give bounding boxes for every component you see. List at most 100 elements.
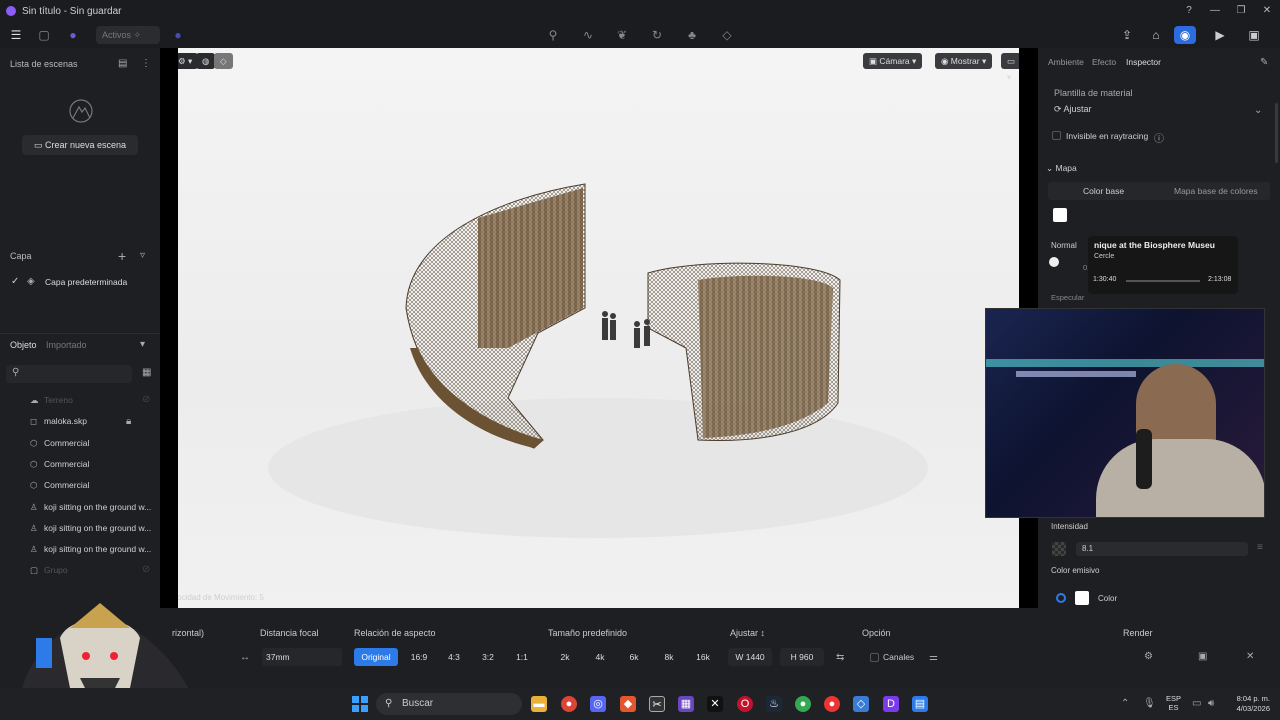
view-mode-dropdown[interactable]: ▭ ▾ (1001, 53, 1019, 82)
sphere-icon[interactable]: ● (65, 27, 81, 43)
preset-size-option[interactable]: 6k (621, 648, 647, 666)
snap-icon[interactable]: ◇ (214, 53, 233, 69)
leaf-icon[interactable]: ❦ (614, 27, 630, 43)
normal-toggle[interactable] (1049, 257, 1059, 267)
object-list-item[interactable]: ◻ maloka.skp (30, 416, 87, 427)
hidden-eye-icon[interactable]: ⊘ (142, 394, 150, 405)
swap-icon[interactable]: ⇆ (836, 652, 844, 663)
export-icon[interactable]: ⇪ (1116, 26, 1138, 44)
windows-start-icon[interactable] (352, 696, 368, 712)
object-list-item[interactable]: ♙ koji sitting on the ground w... (30, 523, 151, 534)
maximize-button[interactable]: ❐ (1228, 0, 1254, 22)
invisible-raytracing-checkbox[interactable] (1052, 131, 1061, 140)
file-explorer-icon[interactable]: ▬ (531, 696, 547, 712)
tab-imported[interactable]: Importado (46, 340, 87, 350)
sketchup-icon[interactable]: ◇ (853, 696, 869, 712)
tab-efecto[interactable]: Efecto (1092, 57, 1116, 67)
channels-checkbox[interactable] (870, 653, 879, 662)
assets-toggle[interactable]: Activos ✧ (96, 26, 160, 44)
map-section[interactable]: ⌄ Mapa (1046, 163, 1077, 174)
preset-size-option[interactable]: 4k (587, 648, 613, 666)
app-blue-icon[interactable]: ▤ (912, 696, 928, 712)
focal-distance-field[interactable]: 37mm (262, 648, 342, 666)
show-dropdown[interactable]: ◉ Mostrar ▾ (935, 53, 993, 69)
scene-layout-icon[interactable]: ▤ (118, 58, 127, 69)
object-list-item[interactable]: ▢ Grupo (30, 565, 68, 576)
chrome-icon-2[interactable]: ● (795, 696, 811, 712)
tray-chevron-icon[interactable]: ⌃ (1121, 698, 1129, 709)
aspect-option[interactable]: 16:9 (405, 648, 433, 666)
d5-render-icon[interactable]: D (883, 696, 899, 712)
globe-icon[interactable]: ◍ (196, 53, 216, 69)
aspect-option[interactable]: 3:2 (474, 648, 502, 666)
file-icon[interactable]: ▢ (36, 27, 52, 43)
chrome-icon[interactable]: ● (561, 696, 577, 712)
aspect-option[interactable]: 1:1 (508, 648, 536, 666)
object-list-item[interactable]: ⬡ Commercial (30, 438, 89, 449)
record-icon[interactable]: ● (824, 696, 840, 712)
capcut-icon[interactable]: ✕ (707, 696, 723, 712)
check-icon[interactable]: ✓ (11, 276, 19, 287)
tab-object[interactable]: Objeto (10, 340, 37, 350)
height-field[interactable]: H 960 (780, 648, 824, 666)
app-orange-icon[interactable]: ◆ (620, 696, 636, 712)
intensity-menu-icon[interactable]: ≡ (1257, 542, 1263, 553)
create-scene-button[interactable]: ▭ Crear nueva escena (22, 135, 138, 155)
object-dropdown-icon[interactable]: ▾ (140, 339, 145, 350)
discord-icon[interactable]: ◎ (590, 696, 606, 712)
capture-icon[interactable]: ✂ (649, 696, 665, 712)
preset-size-option[interactable]: 8k (656, 648, 682, 666)
language-indicator[interactable]: ESP ES (1166, 694, 1181, 712)
media-progress-bar[interactable] (1126, 280, 1200, 282)
media-popup[interactable]: nique at the Biosphere Museu Cercle 1:30… (1088, 236, 1238, 294)
layer-filter-icon[interactable]: ▿ (140, 250, 145, 261)
intensity-texture-slot[interactable] (1052, 542, 1066, 556)
volume-icon[interactable]: 🔊︎ (1208, 698, 1214, 709)
close-window-button[interactable]: ✕ (1254, 0, 1280, 22)
more-icon[interactable]: ⋮ (141, 58, 151, 69)
rotate-icon[interactable]: ↻ (649, 27, 665, 43)
base-color-swatch[interactable] (1053, 208, 1067, 222)
render-settings-icon[interactable]: ⚙ (1144, 651, 1153, 662)
lock-object-icon[interactable]: 🔒︎ (126, 416, 131, 427)
display-icon[interactable]: ▭ (1192, 698, 1201, 709)
emissive-color-swatch[interactable] (1075, 591, 1089, 605)
object-search-input[interactable]: ⚲ (6, 365, 132, 383)
add-layer-icon[interactable]: + (118, 248, 126, 264)
scrollbar[interactable] (1275, 103, 1278, 163)
layers-icon[interactable]: ◇ (719, 27, 735, 43)
object-list-item[interactable]: ⬡ Commercial (30, 459, 89, 470)
material-template-dropdown[interactable]: ⟳ Ajustar (1054, 104, 1092, 115)
pick-icon[interactable]: ✎ (1260, 57, 1268, 68)
render-queue-icon[interactable]: ▣ (1198, 651, 1207, 662)
object-list-item[interactable]: ♙ koji sitting on the ground w... (30, 544, 151, 555)
default-layer-label[interactable]: Capa predeterminada (45, 277, 127, 287)
tab-ambiente[interactable]: Ambiente (1048, 57, 1084, 67)
panel-icon[interactable]: ▣ (1243, 26, 1265, 44)
aspect-option[interactable]: Original (354, 648, 398, 666)
camera-dropdown[interactable]: ▣ Cámara ▾ (863, 53, 923, 69)
render-canvas[interactable]: ⚙ ▾ ◍ ◇ ▣ Cámara ▾ ◉ Mostrar ▾ ▭ ▾ Veloc… (178, 48, 1019, 608)
settings-sliders-icon[interactable]: ⚌ (929, 652, 938, 663)
opera-icon[interactable]: O (737, 696, 753, 712)
hidden-eye-icon-2[interactable]: ⊘ (142, 564, 150, 575)
object-list-item[interactable]: ☁ Terreno (30, 395, 73, 406)
tab-inspector[interactable]: Inspector (1126, 57, 1161, 67)
path-icon[interactable]: ∿ (580, 27, 596, 43)
menu-icon[interactable]: ☰ (8, 27, 24, 43)
aspect-option[interactable]: 4:3 (440, 648, 468, 666)
pin-icon[interactable]: ⚲ (545, 27, 561, 43)
preset-size-option[interactable]: 2k (552, 648, 578, 666)
app-purple-icon[interactable]: ▦ (678, 696, 694, 712)
camera-icon[interactable]: ◉ (1174, 26, 1196, 44)
viewport[interactable]: ⚙ ▾ ◍ ◇ ▣ Cámara ▾ ◉ Mostrar ▾ ▭ ▾ Veloc… (160, 48, 1038, 608)
library-icon[interactable]: ● (170, 27, 186, 43)
taskbar-search-input[interactable]: ⚲ Buscar (376, 693, 522, 715)
object-list-item[interactable]: ♙ koji sitting on the ground w... (30, 502, 151, 513)
intensity-field[interactable]: 8.1 (1076, 542, 1248, 556)
help-icon[interactable]: ? (1176, 0, 1202, 22)
close-render-icon[interactable]: ✕ (1246, 651, 1254, 662)
mic-tray-icon[interactable]: 🎙︎ (1143, 698, 1156, 709)
video-icon[interactable]: ▶ (1209, 26, 1231, 44)
chevron-down-icon[interactable]: ⌄ (1254, 105, 1262, 116)
